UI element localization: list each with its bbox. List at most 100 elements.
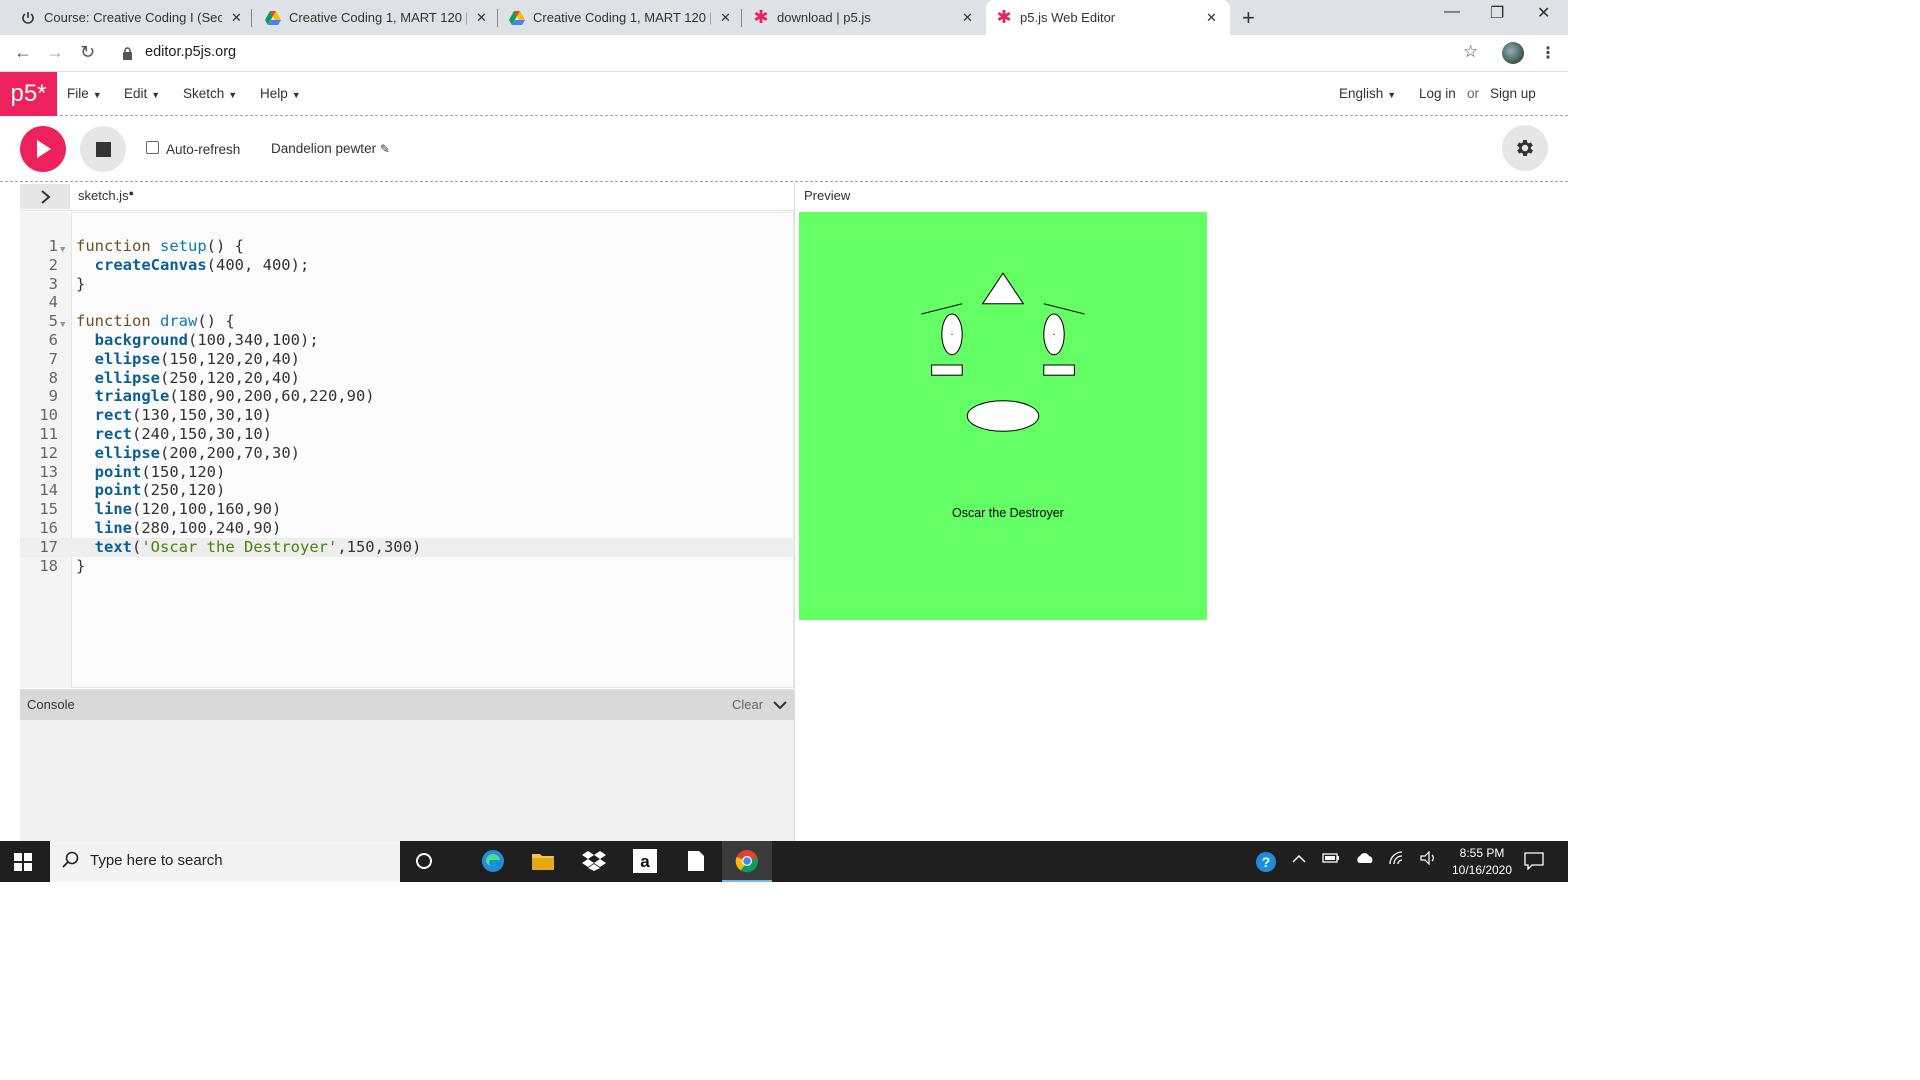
code-line[interactable]: 14 point(250,120) [20, 481, 794, 500]
code-token: () { [206, 237, 244, 255]
menu-sketch[interactable]: Sketch ▼ [183, 86, 237, 101]
code-line[interactable]: 10 rect(130,150,30,10) [20, 406, 794, 425]
pane-divider[interactable] [794, 182, 795, 841]
sidebar-toggle-button[interactable] [20, 184, 70, 209]
browser-tab-creative-coding-u[interactable]: Creative Coding 1, MART 120 | U ✕ [245, 0, 495, 35]
settings-button[interactable] [1502, 125, 1548, 171]
browser-menu-icon[interactable]: ⋮ [1540, 43, 1556, 63]
menu-edit[interactable]: Edit ▼ [124, 86, 160, 101]
profile-avatar[interactable] [1502, 42, 1524, 64]
taskbar-clock[interactable]: 8:55 PM 10/16/2020 [1446, 845, 1518, 879]
windows-start-icon[interactable] [14, 853, 32, 876]
code-line[interactable]: 1 ▼ function setup() { [20, 237, 794, 256]
code-line[interactable]: 17 text('Oscar the Destroyer',150,300) [20, 537, 794, 557]
url-field[interactable]: editor.p5js.org [145, 44, 236, 60]
menu-file[interactable]: File ▼ [67, 86, 102, 101]
p5-logo[interactable]: p5* [0, 72, 57, 116]
language-select[interactable]: English ▼ [1339, 86, 1396, 101]
file-tab-sketch-js[interactable]: sketch.js● [78, 188, 134, 203]
code-line[interactable]: 5 ▼ function draw() { [20, 312, 794, 331]
show-hidden-icons-icon[interactable] [1292, 851, 1306, 867]
code-text: rect(240,150,30,10) [76, 425, 272, 444]
notifications-icon[interactable] [1524, 852, 1544, 875]
code-token: (150,120) [141, 462, 226, 481]
code-line[interactable]: 11 rect(240,150,30,10) [20, 425, 794, 444]
code-line[interactable]: 8 ellipse(250,120,20,40) [20, 369, 794, 388]
code-line[interactable]: 12 ellipse(200,200,70,30) [20, 444, 794, 463]
close-tab-icon[interactable]: ✕ [1206, 10, 1217, 26]
browser-tab-course[interactable]: Course: Creative Coding I (Sect: 5 ✕ [0, 0, 250, 35]
browser-tab-p5js-web-editor[interactable]: ✱ p5.js Web Editor ✕ [986, 0, 1230, 35]
stop-button[interactable] [80, 126, 126, 172]
code-line[interactable]: 13 point(150,120) [20, 463, 794, 482]
console-header [20, 689, 794, 720]
edge-browser-icon[interactable] [480, 848, 506, 874]
menu-help[interactable]: Help ▼ [260, 86, 301, 101]
amazon-icon[interactable]: a [632, 848, 658, 874]
chevron-down-icon[interactable] [773, 697, 787, 715]
code-line[interactable]: 4 [20, 293, 794, 312]
code-text: createCanvas(400, 400); [76, 256, 310, 275]
back-arrow-icon[interactable]: ← [14, 42, 32, 63]
sketch-canvas[interactable]: Oscar the Destroyer [799, 212, 1207, 620]
code-token: ellipse [94, 368, 160, 387]
code-token: (130,150,30,10) [132, 406, 272, 425]
mouth [966, 400, 1040, 432]
code-text: line(280,100,240,90) [76, 519, 282, 538]
code-line[interactable]: 2 createCanvas(400, 400); [20, 256, 794, 275]
code-line[interactable]: 3} [20, 275, 794, 294]
auto-refresh-checkbox[interactable] [146, 141, 159, 154]
menu-label: Edit [124, 86, 148, 101]
code-token: (280,100,240,90) [132, 519, 282, 537]
file-explorer-icon[interactable] [530, 848, 556, 874]
close-tab-icon[interactable]: ✕ [476, 10, 487, 26]
browser-tab-title: Creative Coding 1, MART 120 | U [289, 10, 467, 25]
code-line[interactable]: 15 line(120,100,160,90) [20, 500, 794, 519]
sketch-name[interactable]: Dandelion pewter ✎ [271, 141, 390, 156]
code-line[interactable]: 9 triangle(180,90,200,60,220,90) [20, 387, 794, 406]
volume-icon[interactable] [1420, 850, 1438, 868]
pencil-icon[interactable]: ✎ [380, 142, 390, 156]
dropbox-icon[interactable] [581, 848, 607, 874]
close-window-icon[interactable]: ✕ [1537, 3, 1550, 23]
code-token: rect [94, 406, 132, 425]
onedrive-cloud-icon[interactable] [1355, 851, 1375, 867]
play-button[interactable] [20, 126, 66, 172]
code-line[interactable]: 18} [20, 557, 794, 576]
menu-label: File [67, 86, 89, 101]
chrome-icon[interactable] [734, 848, 760, 874]
new-tab-icon[interactable]: + [1242, 5, 1255, 31]
lock-icon[interactable] [122, 47, 133, 65]
help-icon[interactable]: ? [1255, 851, 1277, 876]
line-number: 5 [48, 312, 58, 331]
minimize-icon[interactable]: — [1444, 3, 1460, 21]
code-line[interactable]: 6 background(100,340,100); [20, 331, 794, 350]
bookmark-star-icon[interactable]: ☆ [1463, 42, 1478, 62]
reload-icon[interactable]: ↻ [80, 42, 95, 63]
battery-icon[interactable] [1322, 851, 1340, 867]
console-clear-button[interactable]: Clear [732, 697, 763, 712]
forward-arrow-icon[interactable]: → [46, 42, 64, 63]
editor-header [20, 182, 794, 211]
line-number: 13 [39, 462, 58, 481]
signup-link[interactable]: Sign up [1490, 86, 1536, 101]
p5-asterisk-icon: ✱ [996, 7, 1012, 27]
close-tab-icon[interactable]: ✕ [231, 10, 242, 26]
code-line[interactable]: 7 ellipse(150,120,20,40) [20, 350, 794, 369]
close-tab-icon[interactable]: ✕ [720, 10, 731, 26]
browser-tab-title: Creative Coding 1, MART 120 | A [533, 10, 711, 25]
wifi-icon[interactable] [1388, 851, 1406, 868]
login-link[interactable]: Log in [1419, 86, 1456, 101]
document-icon[interactable] [683, 848, 709, 874]
code-line[interactable]: 16 line(280,100,240,90) [20, 519, 794, 538]
task-view-icon[interactable] [411, 848, 437, 874]
browser-tab-creative-coding-a[interactable]: Creative Coding 1, MART 120 | A ✕ [489, 0, 739, 35]
restore-icon[interactable]: ❐ [1490, 3, 1504, 23]
browser-tab-title: p5.js Web Editor [1020, 10, 1116, 25]
browser-tab-download-p5js[interactable]: ✱ download | p5.js ✕ [733, 0, 983, 35]
close-tab-icon[interactable]: ✕ [962, 10, 973, 26]
